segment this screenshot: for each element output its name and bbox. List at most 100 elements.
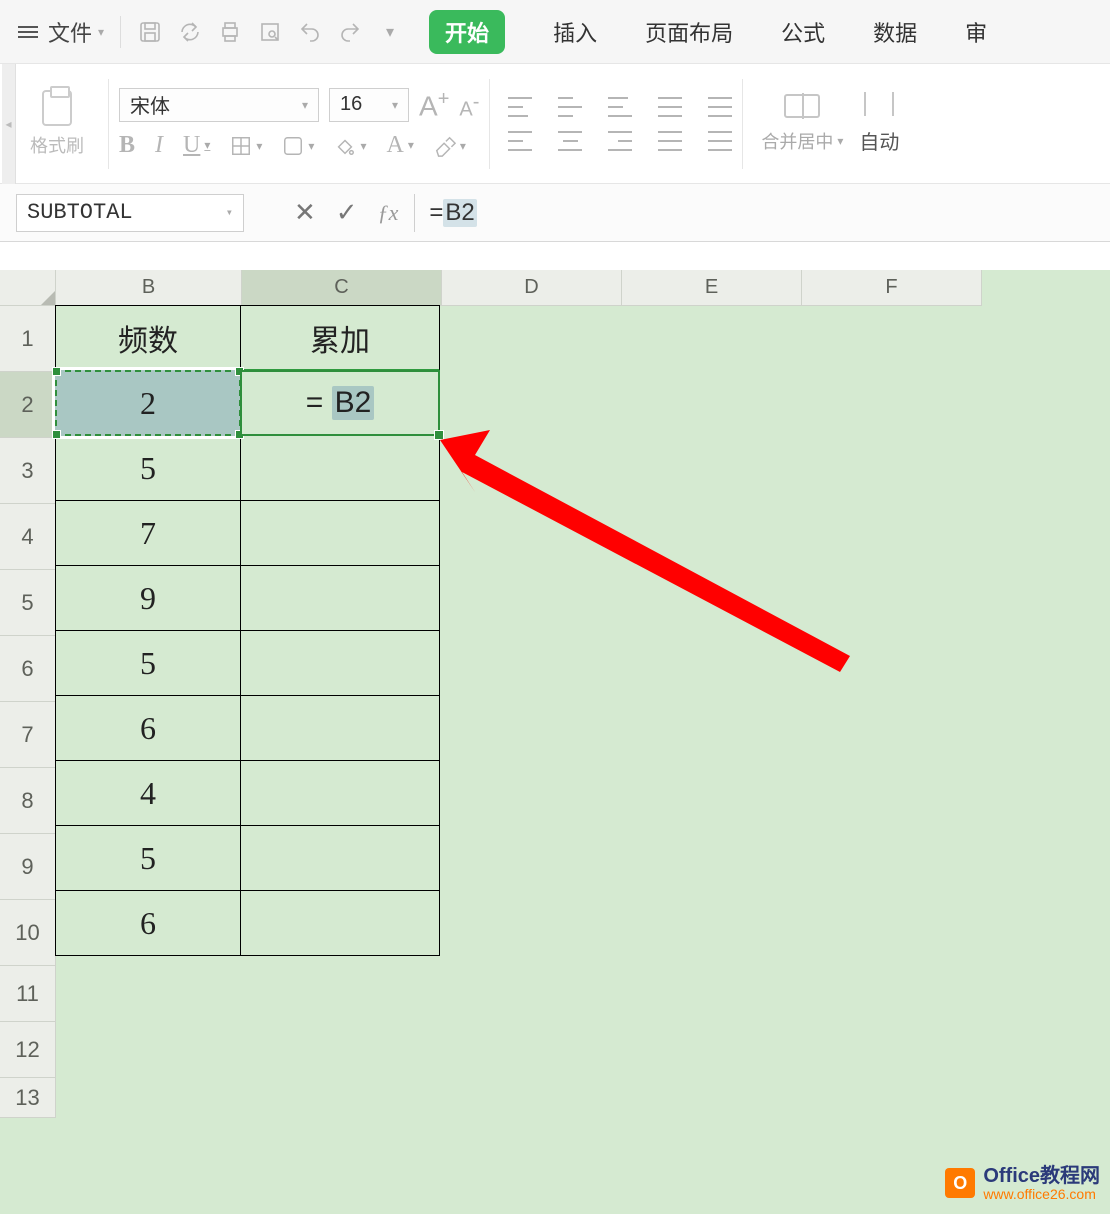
merge-center-button[interactable]: 合并居中▾ — [761, 94, 843, 154]
shrink-font-icon[interactable]: A- — [459, 91, 479, 122]
cell-C3[interactable] — [240, 435, 440, 501]
hamburger-icon[interactable] — [18, 26, 38, 38]
indent-increase-icon[interactable] — [708, 97, 732, 117]
grow-font-icon[interactable]: A+ — [419, 88, 449, 122]
cell-B10[interactable]: 6 — [55, 890, 241, 956]
auto-wrap-button[interactable]: 自动 — [859, 92, 899, 155]
redo-icon[interactable] — [337, 19, 363, 45]
font-size-value: 16 — [340, 93, 362, 116]
tab-data[interactable]: 数据 — [873, 16, 917, 48]
indent-decrease-icon[interactable] — [658, 97, 682, 117]
align-center-icon[interactable] — [558, 131, 582, 151]
format-painter-button[interactable]: 格式刷 — [30, 90, 84, 158]
watermark-badge-icon: O — [945, 1168, 975, 1198]
row-header-3[interactable]: 3 — [0, 438, 56, 504]
row-header-9[interactable]: 9 — [0, 834, 56, 900]
row-header-2[interactable]: 2 — [0, 372, 56, 438]
italic-button[interactable]: I — [155, 132, 163, 159]
tab-start[interactable]: 开始 — [429, 10, 505, 54]
customize-qat-icon[interactable]: ▾ — [377, 19, 403, 45]
row-header-6[interactable]: 6 — [0, 636, 56, 702]
row-header-13[interactable]: 13 — [0, 1078, 56, 1118]
tab-formula[interactable]: 公式 — [781, 16, 825, 48]
column-header-C[interactable]: C — [242, 270, 442, 306]
formula-input[interactable]: =B2 — [414, 194, 1110, 232]
border-button[interactable]: ▾ — [230, 135, 262, 157]
cell-B1[interactable]: 频数 — [55, 305, 241, 371]
eraser-button[interactable]: ▾ — [434, 135, 466, 157]
share-icon[interactable] — [177, 19, 203, 45]
fx-icon[interactable]: ƒx — [378, 200, 399, 226]
column-header-B[interactable]: B — [56, 270, 242, 306]
row-header-4[interactable]: 4 — [0, 504, 56, 570]
cell-B9[interactable]: 5 — [55, 825, 241, 891]
cancel-formula-icon[interactable]: ✕ — [294, 197, 316, 228]
row-header-5[interactable]: 5 — [0, 570, 56, 636]
align-right-icon[interactable] — [608, 131, 632, 151]
row-header-8[interactable]: 8 — [0, 768, 56, 834]
cell-C5[interactable] — [240, 565, 440, 631]
row-header-12[interactable]: 12 — [0, 1022, 56, 1078]
justify-icon[interactable] — [658, 131, 682, 151]
accept-formula-icon[interactable]: ✓ — [336, 197, 358, 228]
column-header-F[interactable]: F — [802, 270, 982, 306]
separator — [489, 79, 490, 169]
tab-page-layout[interactable]: 页面布局 — [645, 16, 733, 48]
cell-C10[interactable] — [240, 890, 440, 956]
collapse-strip[interactable]: ◂ — [2, 64, 16, 184]
row-header-11[interactable]: 11 — [0, 966, 56, 1022]
merge-center-icon — [784, 94, 820, 118]
tab-extra[interactable]: 审 — [965, 16, 987, 48]
align-middle-icon[interactable] — [558, 97, 582, 117]
row-header-7[interactable]: 7 — [0, 702, 56, 768]
file-menu-label: 文件 — [48, 16, 92, 48]
cell-C1[interactable]: 累加 — [240, 305, 440, 371]
bold-button[interactable]: B — [119, 132, 135, 159]
name-box-value: SUBTOTAL — [27, 200, 133, 225]
row-headers: 1 2 3 4 5 6 7 8 9 10 11 12 13 — [0, 306, 56, 1118]
cell-B6[interactable]: 5 — [55, 630, 241, 696]
cell-B8[interactable]: 4 — [55, 760, 241, 826]
cell-B7[interactable]: 6 — [55, 695, 241, 761]
name-box[interactable]: SUBTOTAL ▾ — [16, 194, 244, 232]
tab-insert[interactable]: 插入 — [553, 16, 597, 48]
cell-C9[interactable] — [240, 825, 440, 891]
align-bottom-icon[interactable] — [608, 97, 632, 117]
distribute-icon[interactable] — [708, 131, 732, 151]
align-left-icon[interactable] — [508, 131, 532, 151]
cell-C8[interactable] — [240, 760, 440, 826]
font-color-button[interactable]: A ▾ — [386, 132, 413, 159]
underline-button[interactable]: U ▾ — [183, 132, 210, 159]
row-header-1[interactable]: 1 — [0, 306, 56, 372]
cell-B2[interactable]: 2 — [55, 370, 241, 436]
column-header-E[interactable]: E — [622, 270, 802, 306]
select-all-corner[interactable] — [0, 270, 56, 306]
fill-color-button[interactable]: ▾ — [334, 135, 366, 157]
print-icon[interactable] — [217, 19, 243, 45]
column-header-D[interactable]: D — [442, 270, 622, 306]
cell-C7[interactable] — [240, 695, 440, 761]
cell-B2-value: 2 — [140, 385, 156, 422]
align-top-icon[interactable] — [508, 97, 532, 117]
cell-B4[interactable]: 7 — [55, 500, 241, 566]
file-menu[interactable]: 文件 ▾ — [48, 16, 104, 48]
auto-wrap-label: 自动 — [859, 126, 899, 155]
alignment-group — [508, 97, 732, 151]
cell-style-button[interactable]: ▾ — [282, 135, 314, 157]
cell-B3[interactable]: 5 — [55, 435, 241, 501]
cell-C2[interactable]: = B2 — [240, 370, 440, 436]
cell-C4[interactable] — [240, 500, 440, 566]
watermark-url: www.office26.com — [983, 1187, 1100, 1202]
cell-C6[interactable] — [240, 630, 440, 696]
undo-icon[interactable] — [297, 19, 323, 45]
chevron-down-icon: ▾ — [392, 98, 398, 112]
preview-icon[interactable] — [257, 19, 283, 45]
fill-handle[interactable] — [434, 430, 444, 440]
font-name-select[interactable]: 宋体 ▾ — [119, 88, 319, 122]
cell-B5[interactable]: 9 — [55, 565, 241, 631]
chevron-down-icon: ▾ — [226, 205, 233, 220]
font-size-select[interactable]: 16 ▾ — [329, 88, 409, 122]
row-header-10[interactable]: 10 — [0, 900, 56, 966]
merge-center-label: 合并居中 — [761, 128, 833, 154]
save-icon[interactable] — [137, 19, 163, 45]
